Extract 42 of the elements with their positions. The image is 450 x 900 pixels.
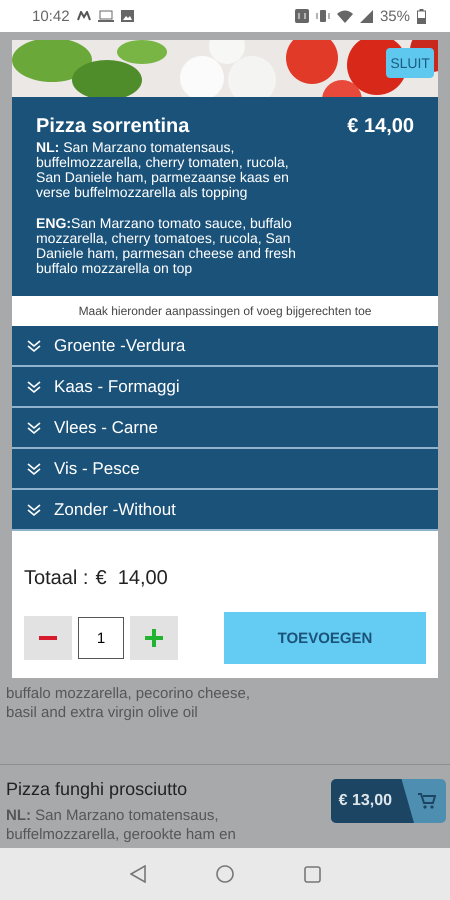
signal-icon <box>360 10 373 22</box>
plus-icon <box>145 629 163 647</box>
product-description: buffalo mozzarella, pecorino cheese, basil and extra virgin olive oil <box>6 684 252 722</box>
minus-icon <box>39 636 57 640</box>
chevron-icon <box>26 420 42 434</box>
decrease-button[interactable] <box>24 616 72 660</box>
product-description: NL: San Marzano tomatensaus, buffelmozzarella, gerookte ham en <box>6 806 236 844</box>
category-row[interactable]: Groente -Verdura <box>12 326 438 365</box>
notification-icon <box>76 11 91 21</box>
category-row[interactable]: Vis - Pesce <box>12 449 438 488</box>
product-price: € 14,00 <box>347 115 414 138</box>
total-label: Totaal : <box>24 567 88 590</box>
price-button[interactable]: € 13,00 <box>330 779 446 823</box>
clock: 10:42 <box>32 8 70 24</box>
battery-icon <box>417 8 426 24</box>
chevron-icon <box>26 462 42 476</box>
product-description: ENG:San Marzano tomato sauce, buffalo mozzarella, cherry tomatoes, rucola, San Daniele ham, parmesan cheese and fresh buffalo mozzarella on top <box>36 216 297 276</box>
chevron-icon <box>26 338 42 352</box>
nfc-icon <box>294 9 309 23</box>
product-title: Pizza sorrentina <box>36 115 190 138</box>
hint-text: Maak hieronder aanpassingen of voeg bijgerechten toe <box>78 303 372 320</box>
chevron-icon <box>26 380 42 394</box>
quantity-field[interactable]: 1 <box>78 617 124 659</box>
vibrate-icon <box>316 9 330 23</box>
category-row[interactable]: Vlees - Carne <box>12 408 438 447</box>
back-icon[interactable] <box>130 865 146 883</box>
image-icon <box>120 10 134 22</box>
laptop-icon <box>98 10 114 22</box>
cart-icon <box>418 793 436 809</box>
chevron-icon <box>26 502 42 516</box>
add-button[interactable]: TOEVOEGEN <box>224 612 426 664</box>
total-amount: € 14,00 <box>95 567 168 590</box>
wifi-icon <box>336 10 353 22</box>
product-description: NL: San Marzano tomatensaus, buffelmozzarella, cherry tomaten, rucola, San Daniele ham, parmezaanse kaas en verse buffelmozzarella als topping <box>36 140 290 200</box>
close-button[interactable]: SLUIT <box>386 48 434 78</box>
category-row[interactable]: Kaas - Formaggi <box>12 367 438 406</box>
battery-percentage: 35% <box>380 8 410 24</box>
product-title: Pizza funghi prosciutto <box>6 779 188 800</box>
recents-icon[interactable] <box>304 866 320 882</box>
category-row[interactable]: Zonder -Without <box>12 490 438 529</box>
home-icon[interactable] <box>216 865 234 883</box>
increase-button[interactable] <box>130 616 178 660</box>
